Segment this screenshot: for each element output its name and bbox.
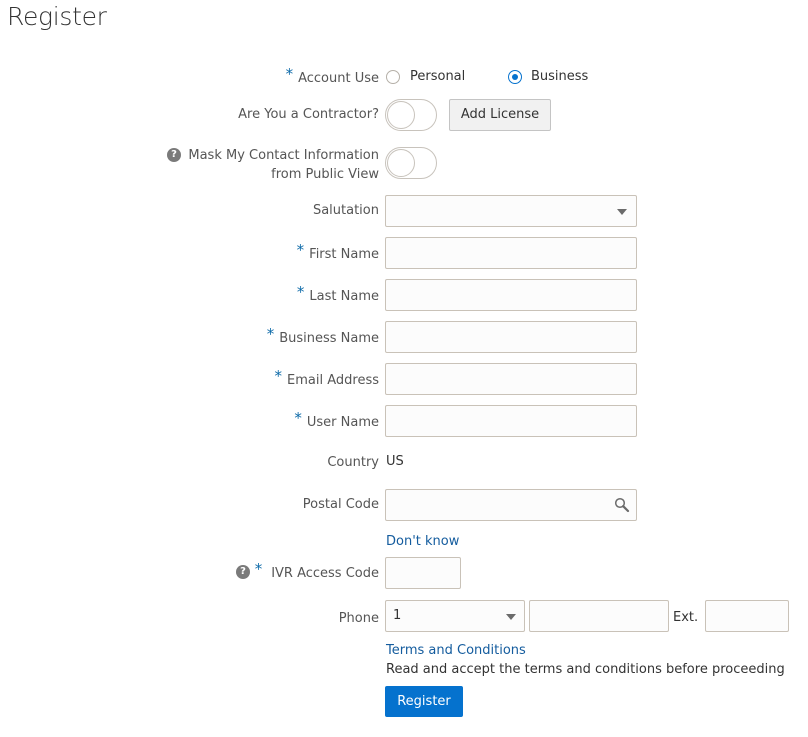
user-name-label: * User Name bbox=[294, 409, 379, 432]
toggle-knob bbox=[387, 101, 415, 129]
radio-business-label[interactable]: Business bbox=[531, 69, 588, 84]
chevron-down-icon bbox=[617, 209, 627, 215]
business-name-input[interactable] bbox=[385, 321, 637, 353]
last-name-label-text: Last Name bbox=[309, 289, 379, 304]
required-marker: * bbox=[294, 409, 302, 427]
toggle-knob bbox=[387, 149, 415, 177]
first-name-input[interactable] bbox=[385, 237, 637, 269]
required-marker: * bbox=[285, 65, 294, 83]
last-name-label: * Last Name bbox=[296, 283, 379, 306]
terms-note: Read and accept the terms and conditions… bbox=[386, 662, 785, 677]
email-label-text: Email Address bbox=[287, 373, 379, 388]
mask-contact-label-line1: Mask My Contact Information bbox=[188, 148, 379, 163]
question-circle-icon[interactable]: ? bbox=[236, 565, 250, 579]
first-name-label-text: First Name bbox=[309, 247, 379, 262]
ivr-label: * IVR Access Code bbox=[254, 560, 379, 583]
ivr-access-code-input[interactable] bbox=[385, 557, 461, 589]
radio-personal[interactable] bbox=[386, 70, 400, 84]
account-use-label: * Account Use bbox=[285, 65, 379, 88]
country-value: US bbox=[386, 454, 404, 469]
salutation-label: Salutation bbox=[312, 203, 379, 218]
mask-contact-toggle[interactable] bbox=[385, 147, 437, 179]
ivr-label-text: IVR Access Code bbox=[271, 566, 379, 581]
magnifier-icon[interactable] bbox=[614, 497, 630, 513]
required-marker: * bbox=[274, 367, 283, 385]
postal-code-input[interactable] bbox=[385, 489, 637, 521]
contractor-label: Are You a Contractor? bbox=[238, 107, 379, 122]
postal-code-label: Postal Code bbox=[302, 497, 379, 512]
required-marker: * bbox=[296, 241, 305, 259]
salutation-select[interactable] bbox=[385, 195, 637, 227]
mask-contact-label-line2: from Public View bbox=[271, 167, 379, 182]
contractor-toggle[interactable] bbox=[385, 99, 437, 131]
required-marker: * bbox=[254, 560, 263, 578]
country-label: Country bbox=[327, 455, 379, 470]
phone-country-code-value: 1 bbox=[393, 608, 402, 623]
ext-label: Ext. bbox=[673, 610, 699, 625]
question-circle-icon[interactable]: ? bbox=[167, 148, 181, 162]
phone-country-code-select[interactable]: 1 bbox=[385, 600, 525, 632]
first-name-label: * First Name bbox=[296, 241, 379, 264]
user-name-input[interactable] bbox=[385, 405, 637, 437]
last-name-input[interactable] bbox=[385, 279, 637, 311]
phone-label: Phone bbox=[338, 611, 379, 626]
account-use-label-text: Account Use bbox=[298, 71, 379, 86]
user-name-label-text: User Name bbox=[306, 415, 379, 430]
email-input[interactable] bbox=[385, 363, 637, 395]
phone-ext-input[interactable] bbox=[705, 600, 789, 632]
add-license-button[interactable]: Add License bbox=[449, 99, 551, 131]
phone-number-input[interactable] bbox=[529, 600, 669, 632]
required-marker: * bbox=[266, 325, 275, 343]
business-name-label: * Business Name bbox=[266, 325, 379, 348]
email-label: * Email Address bbox=[274, 367, 379, 390]
radio-personal-label[interactable]: Personal bbox=[410, 69, 465, 84]
dont-know-link[interactable]: Don't know bbox=[386, 534, 459, 549]
page-title: Register bbox=[7, 2, 107, 31]
terms-link[interactable]: Terms and Conditions bbox=[386, 643, 526, 658]
radio-business[interactable] bbox=[508, 70, 522, 84]
chevron-down-icon bbox=[506, 614, 516, 620]
required-marker: * bbox=[296, 283, 305, 301]
register-button[interactable]: Register bbox=[385, 686, 463, 717]
business-name-label-text: Business Name bbox=[279, 331, 379, 346]
mask-contact-label: Mask My Contact Information from Public … bbox=[188, 147, 379, 184]
